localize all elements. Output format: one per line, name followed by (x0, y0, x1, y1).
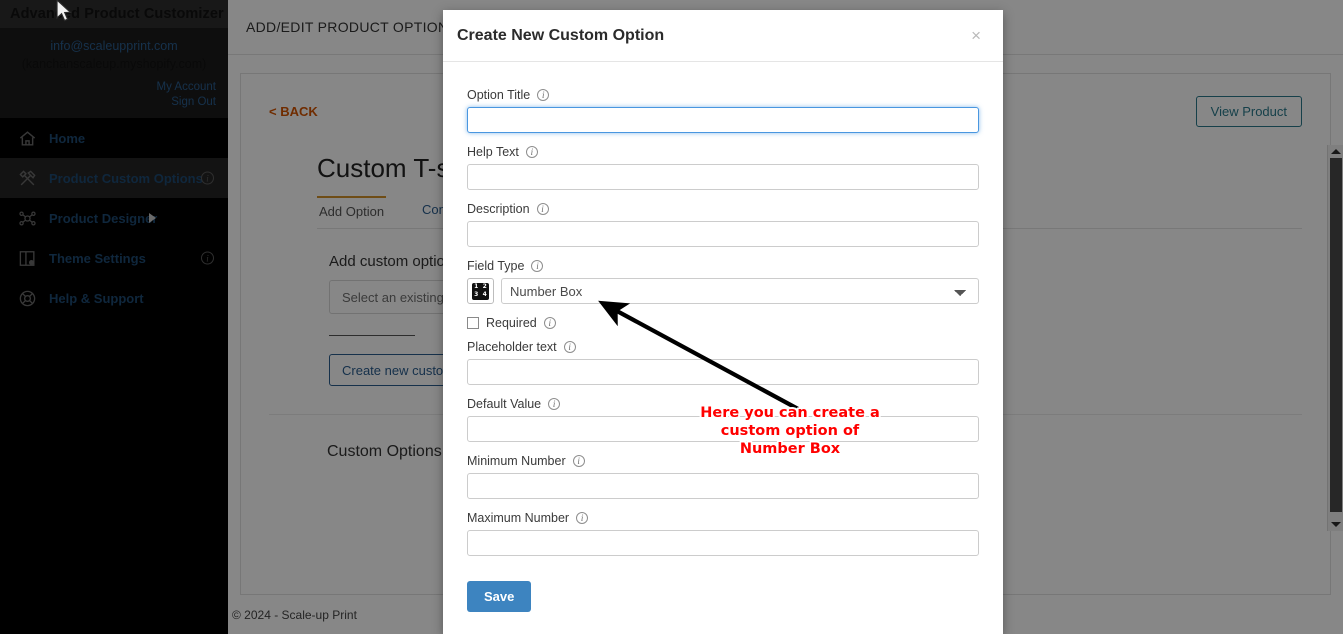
field-type-select[interactable]: Number Box (501, 278, 979, 304)
number-box-icon: 1 2 3 4 (467, 278, 494, 304)
placeholder-text-input[interactable] (467, 359, 979, 385)
field-minimum-number: Minimum Number i (467, 454, 979, 499)
field-label: Minimum Number i (467, 454, 979, 468)
label-text: Help Text (467, 145, 519, 159)
modal-header: Create New Custom Option × (443, 10, 1003, 62)
field-default-value: Default Value i (467, 397, 979, 442)
option-title-input[interactable] (467, 107, 979, 133)
field-label: Default Value i (467, 397, 979, 411)
field-label: Placeholder text i (467, 340, 979, 354)
label-text: Default Value (467, 397, 541, 411)
description-input[interactable] (467, 221, 979, 247)
create-custom-option-modal: Create New Custom Option × Option Title … (443, 10, 1003, 634)
field-description: Description i (467, 202, 979, 247)
required-label: Required i (486, 316, 556, 330)
maximum-number-input[interactable] (467, 530, 979, 556)
modal-body: Option Title i Help Text i Description i… (443, 62, 1003, 612)
field-label: Description i (467, 202, 979, 216)
info-icon[interactable]: i (544, 317, 556, 329)
field-placeholder-text: Placeholder text i (467, 340, 979, 385)
field-label: Help Text i (467, 145, 979, 159)
info-icon[interactable]: i (526, 146, 538, 158)
info-icon[interactable]: i (537, 203, 549, 215)
info-icon[interactable]: i (537, 89, 549, 101)
label-text: Field Type (467, 259, 524, 273)
label-text: Maximum Number (467, 511, 569, 525)
field-label: Option Title i (467, 88, 979, 102)
field-option-title: Option Title i (467, 88, 979, 133)
required-checkbox[interactable] (467, 317, 479, 329)
help-text-input[interactable] (467, 164, 979, 190)
label-text: Option Title (467, 88, 530, 102)
mouse-cursor (56, 0, 74, 26)
field-label: Maximum Number i (467, 511, 979, 525)
close-icon[interactable]: × (971, 27, 981, 44)
field-label: Field Type i (467, 259, 979, 273)
field-type-row: 1 2 3 4 Number Box (467, 278, 979, 304)
info-icon[interactable]: i (564, 341, 576, 353)
field-help-text: Help Text i (467, 145, 979, 190)
info-icon[interactable]: i (548, 398, 560, 410)
info-icon[interactable]: i (573, 455, 585, 467)
label-text: Minimum Number (467, 454, 566, 468)
label-text: Placeholder text (467, 340, 557, 354)
default-value-input[interactable] (467, 416, 979, 442)
save-button[interactable]: Save (467, 581, 531, 612)
number-box-glyph: 1 2 3 4 (472, 283, 489, 300)
field-maximum-number: Maximum Number i (467, 511, 979, 556)
label-text: Description (467, 202, 530, 216)
field-field-type: Field Type i 1 2 3 4 Number Box (467, 259, 979, 304)
modal-title: Create New Custom Option (457, 27, 664, 45)
info-icon[interactable]: i (576, 512, 588, 524)
info-icon[interactable]: i (531, 260, 543, 272)
minimum-number-input[interactable] (467, 473, 979, 499)
required-row: Required i (467, 316, 979, 330)
